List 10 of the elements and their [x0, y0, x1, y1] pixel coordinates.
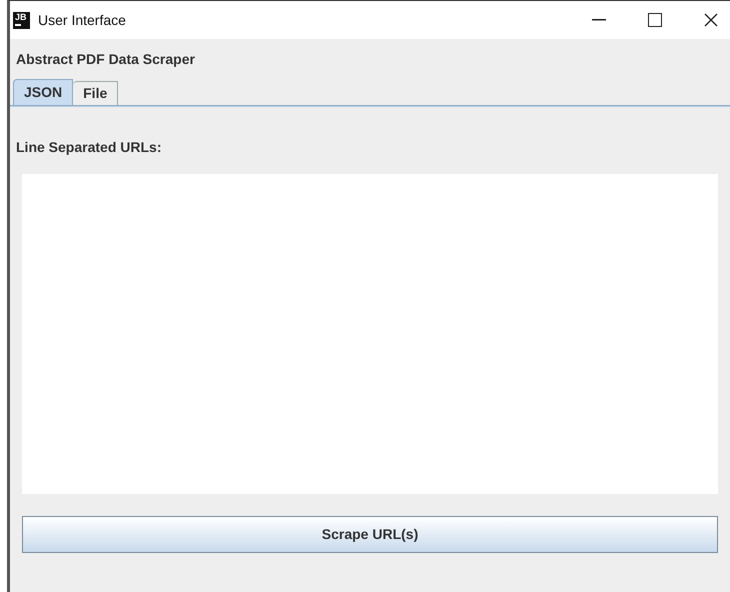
tab[interactable]: File — [73, 81, 118, 105]
app-icon: JB — [13, 12, 30, 28]
scrape-button[interactable]: Scrape URL(s) — [22, 516, 718, 553]
window-title: User Interface — [38, 10, 126, 30]
minimize-icon[interactable] — [592, 19, 606, 21]
maximize-icon[interactable] — [648, 13, 662, 27]
tab[interactable]: JSON — [13, 79, 74, 105]
app-heading: Abstract PDF Data Scraper — [16, 50, 195, 69]
field-label: Line Separated URLs: — [16, 138, 162, 157]
close-icon[interactable] — [704, 13, 718, 27]
